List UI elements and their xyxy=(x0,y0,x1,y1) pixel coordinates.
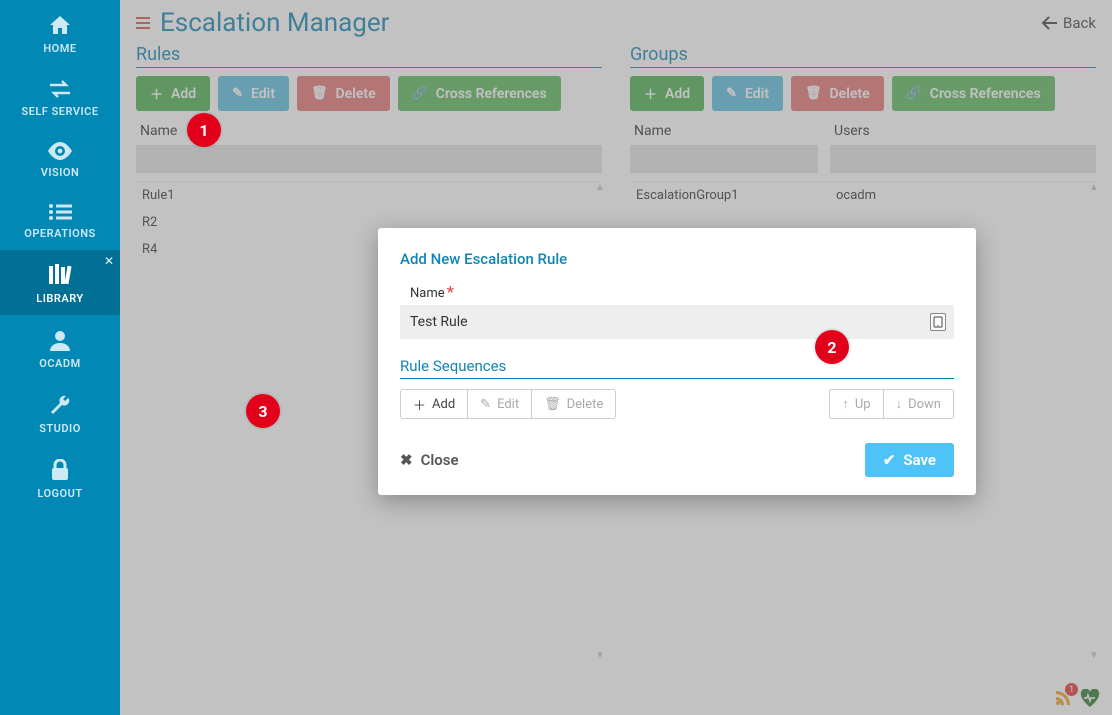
name-field-row xyxy=(400,305,954,339)
callout-2: 2 xyxy=(815,330,849,364)
nav-label: VISION xyxy=(41,166,80,179)
seq-right-group: ↑ Up ↓ Down xyxy=(829,389,954,419)
nav-self-service[interactable]: SELF SERVICE xyxy=(0,65,120,128)
btn-label: Edit xyxy=(497,397,519,412)
nav-label: LOGOUT xyxy=(37,487,82,500)
btn-label: Add xyxy=(432,397,455,412)
rule-sequences-title: Rule Sequences xyxy=(400,357,954,379)
nav-home[interactable]: HOME xyxy=(0,0,120,65)
user-icon xyxy=(49,329,71,351)
nav-logout[interactable]: LOGOUT xyxy=(0,445,120,510)
seq-left-group: ＋ Add ✎ Edit 🗑 Delete xyxy=(400,389,616,419)
trash-icon: 🗑 xyxy=(544,397,561,412)
sidebar: HOME SELF SERVICE VISION OPERATIONS ✕ xyxy=(0,0,120,715)
seq-add-button[interactable]: ＋ Add xyxy=(400,389,468,419)
nav-label: STUDIO xyxy=(39,422,81,435)
nav-library[interactable]: ✕ LIBRARY xyxy=(0,250,120,315)
btn-label: Delete xyxy=(567,397,604,412)
modal-title: Add New Escalation Rule xyxy=(400,250,954,268)
btn-label: Save xyxy=(903,451,936,469)
check-icon: ✔ xyxy=(883,451,896,469)
close-icon: ✖ xyxy=(400,451,413,469)
nav-label: OPERATIONS xyxy=(24,227,96,240)
nav-label: HOME xyxy=(43,42,76,55)
library-icon xyxy=(48,264,72,286)
add-rule-modal: Add New Escalation Rule Name* Rule Seque… xyxy=(378,228,976,495)
nav-studio[interactable]: STUDIO xyxy=(0,380,120,445)
nav-label: SELF SERVICE xyxy=(21,105,98,118)
input-suggestion-icon[interactable] xyxy=(930,313,946,331)
pencil-icon: ✎ xyxy=(480,397,491,412)
lock-icon xyxy=(50,459,70,481)
close-icon[interactable]: ✕ xyxy=(104,254,114,268)
nav-label: LIBRARY xyxy=(36,292,83,305)
name-label: Name xyxy=(410,286,445,301)
nav-user[interactable]: OCADM xyxy=(0,315,120,380)
btn-label: Up xyxy=(855,397,871,412)
seq-up-button[interactable]: ↑ Up xyxy=(829,389,883,419)
callout-3: 3 xyxy=(246,394,280,428)
wrench-icon xyxy=(49,394,71,416)
seq-edit-button[interactable]: ✎ Edit xyxy=(468,389,532,419)
save-button[interactable]: ✔ Save xyxy=(865,443,954,477)
plus-icon: ＋ xyxy=(413,395,426,414)
callout-1: 1 xyxy=(187,113,221,147)
arrow-down-icon: ↓ xyxy=(896,396,903,412)
required-indicator: * xyxy=(447,282,454,301)
modal-footer: ✖ Close ✔ Save xyxy=(400,443,954,477)
nav-operations[interactable]: OPERATIONS xyxy=(0,189,120,250)
sequence-toolbar: ＋ Add ✎ Edit 🗑 Delete ↑ Up ↓ Down xyxy=(400,389,954,419)
swap-icon xyxy=(47,79,73,99)
btn-label: Close xyxy=(421,451,459,469)
home-icon xyxy=(48,14,72,36)
nav-vision[interactable]: VISION xyxy=(0,128,120,189)
rule-name-input[interactable] xyxy=(400,305,954,339)
seq-down-button[interactable]: ↓ Down xyxy=(884,389,954,419)
nav-label: OCADM xyxy=(39,357,80,370)
close-button[interactable]: ✖ Close xyxy=(400,451,459,469)
main: Escalation Manager Back Rules ＋Add ✎Edit xyxy=(120,0,1112,715)
list-icon xyxy=(48,203,72,221)
btn-label: Down xyxy=(908,397,941,412)
eye-icon xyxy=(47,142,73,160)
arrow-up-icon: ↑ xyxy=(842,396,849,412)
seq-delete-button[interactable]: 🗑 Delete xyxy=(532,389,616,419)
app-root: HOME SELF SERVICE VISION OPERATIONS ✕ xyxy=(0,0,1112,715)
